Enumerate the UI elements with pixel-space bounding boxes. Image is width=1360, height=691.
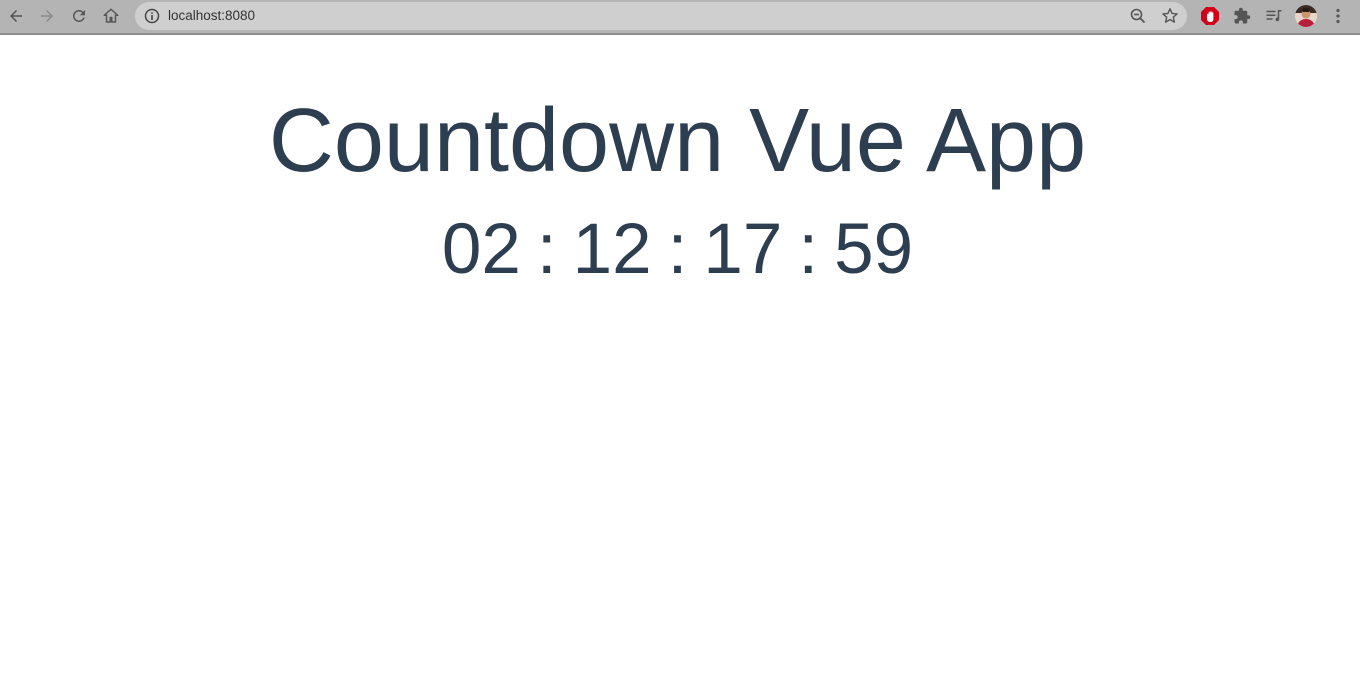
countdown-display: 02:12:17:59 (0, 209, 1355, 291)
url-text[interactable]: localhost:8080 (168, 8, 255, 24)
kebab-menu-icon (1336, 8, 1340, 24)
stop-hand-icon (1201, 7, 1219, 25)
extensions-button[interactable] (1231, 5, 1253, 27)
reload-icon (72, 9, 85, 22)
media-control-button[interactable] (1263, 5, 1285, 27)
home-button[interactable] (99, 4, 123, 28)
countdown-seconds: 59 (834, 210, 914, 289)
puzzle-icon (1234, 7, 1251, 24)
countdown-hours: 12 (572, 210, 652, 289)
forward-button[interactable] (35, 4, 59, 28)
adblock-extension-button[interactable] (1199, 5, 1221, 27)
home-icon (103, 8, 119, 23)
countdown-separator: : (667, 210, 688, 289)
back-arrow-icon (10, 10, 22, 22)
countdown-separator: : (536, 210, 557, 289)
address-bar[interactable]: localhost:8080 (135, 2, 1187, 30)
countdown-minutes: 17 (703, 210, 783, 289)
avatar-icon (1295, 5, 1317, 27)
browser-toolbar: localhost:8080 (0, 0, 1360, 35)
media-playlist-icon (1266, 10, 1282, 22)
app-title: Countdown Vue App (268, 91, 1087, 191)
page-content: Countdown Vue App 02:12:17:59 (0, 35, 1360, 691)
reload-button[interactable] (67, 4, 91, 28)
back-button[interactable] (4, 4, 28, 28)
countdown-separator: : (798, 210, 819, 289)
profile-avatar[interactable] (1295, 5, 1317, 27)
forward-arrow-icon (41, 10, 53, 22)
info-icon[interactable] (144, 8, 160, 24)
countdown-days: 02 (441, 210, 521, 289)
browser-menu-button[interactable] (1327, 5, 1349, 27)
star-icon[interactable] (1161, 7, 1179, 25)
zoom-out-icon[interactable] (1129, 7, 1147, 25)
